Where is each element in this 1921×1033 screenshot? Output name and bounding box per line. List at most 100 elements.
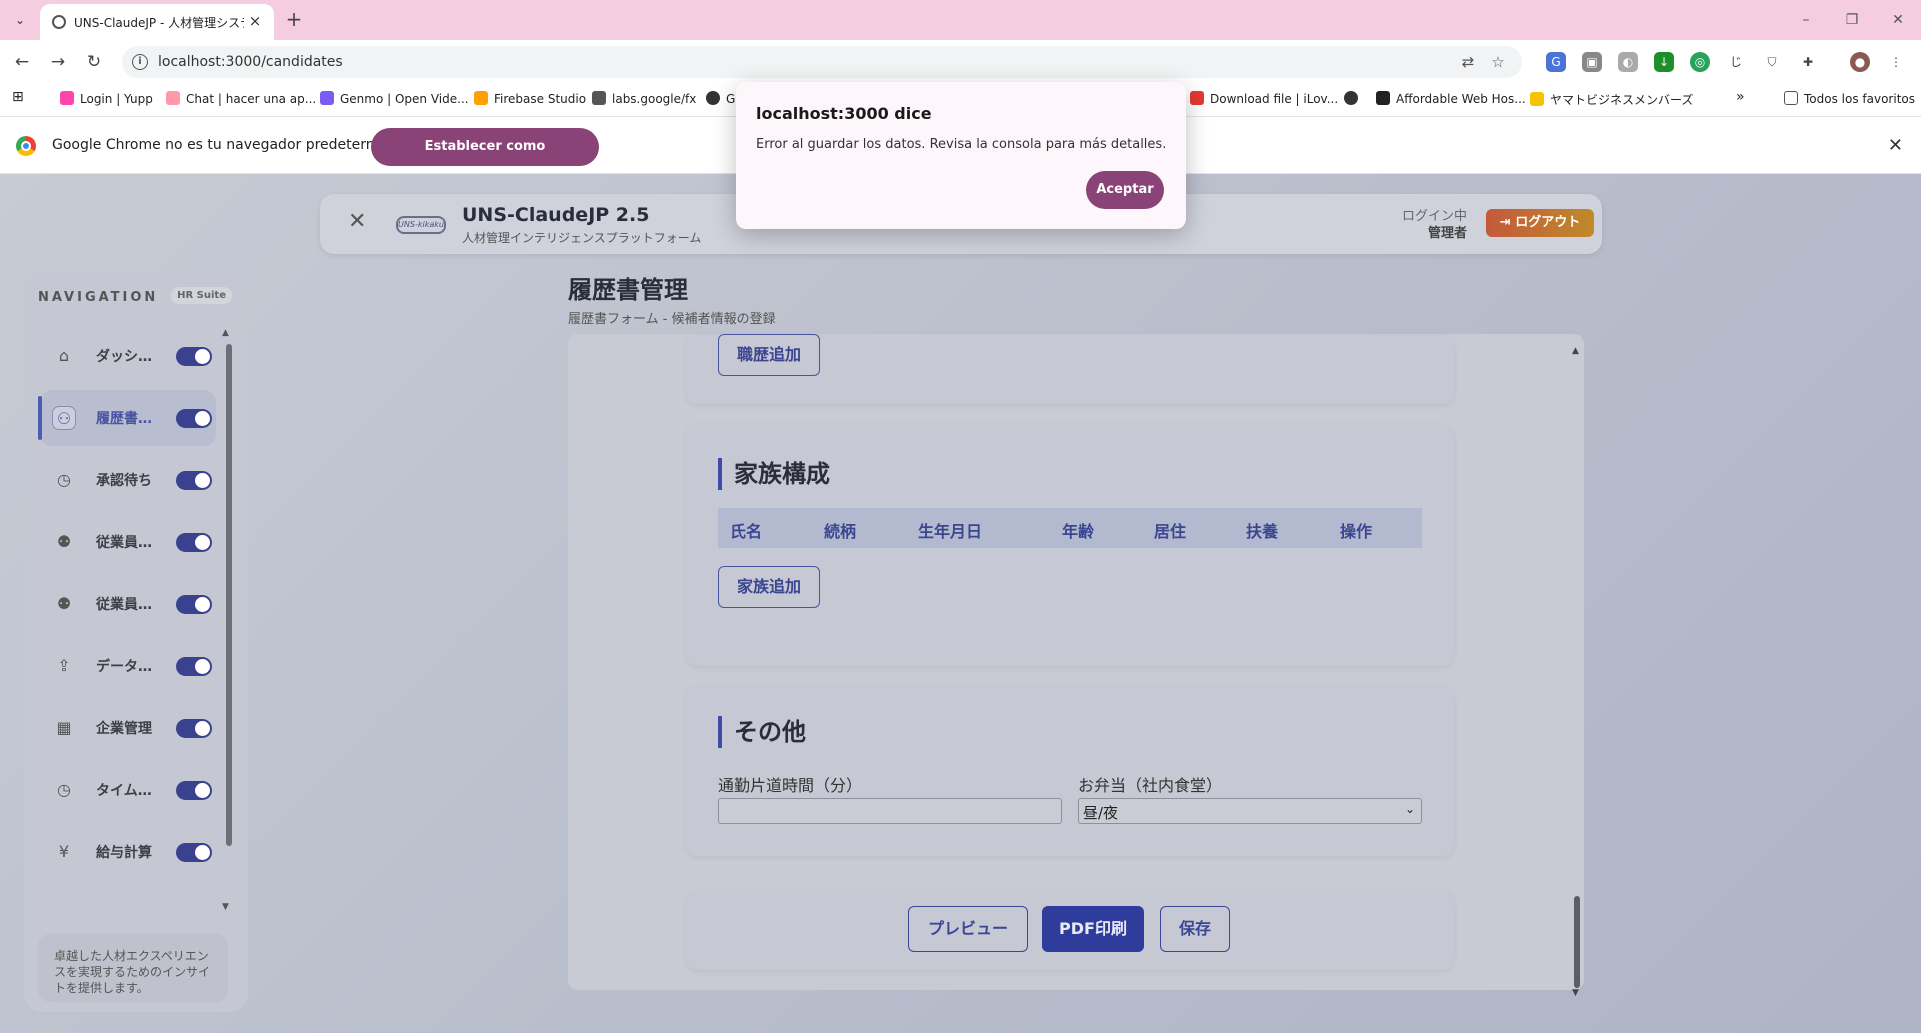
dialog-accept-button[interactable]: Aceptar [1086, 171, 1164, 209]
table-column-header: 年齢 [1062, 522, 1095, 541]
pdf-print-button[interactable]: PDF印刷 [1042, 906, 1144, 952]
site-info-icon[interactable]: i [132, 54, 148, 70]
minimize-button[interactable]: – [1791, 8, 1821, 32]
section-title: 家族構成 [718, 458, 830, 490]
extension-icon[interactable]: ◎ [1690, 52, 1710, 72]
bookmark-item[interactable]: labs.google/fx [592, 91, 696, 106]
bookmark-item[interactable]: Firebase Studio [474, 91, 586, 106]
sidebar-item-toggle[interactable] [176, 781, 212, 800]
close-sidebar-icon[interactable]: ✕ [348, 209, 366, 234]
sidebar-item[interactable]: ◷ 承認待ち [40, 452, 216, 508]
table-column-header: 続柄 [824, 522, 857, 541]
sidebar-item-toggle[interactable] [176, 595, 212, 614]
bookmark-star-icon[interactable]: ☆ [1488, 52, 1508, 72]
user-role: 管理者 [1427, 226, 1467, 241]
add-work-history-button[interactable]: 職歴追加 [718, 334, 820, 376]
bookmarks-overflow-button[interactable]: » [1736, 89, 1745, 105]
extension-icon[interactable]: ◐ [1618, 52, 1638, 72]
section-title: その他 [718, 716, 806, 748]
bookmark-item[interactable]: Login | Yupp [60, 91, 153, 106]
sidebar-item[interactable]: ⚉ 従業員… [40, 576, 216, 632]
scroll-down-icon[interactable]: ▼ [222, 902, 229, 912]
bookmark-item[interactable]: ヤマトビジネスメンバーズ [1530, 91, 1693, 108]
sidebar-item[interactable]: ¥ 給与計算 [40, 824, 216, 880]
extension-translate-icon[interactable]: G [1546, 52, 1566, 72]
forward-button[interactable]: → [46, 50, 70, 74]
alert-dialog: localhost:3000 dice Error al guardar los… [736, 82, 1186, 229]
sidebar-item-label: 承認待ち [96, 473, 152, 489]
sidebar-item[interactable]: ⚉ 従業員… [40, 514, 216, 570]
reload-button[interactable]: ↻ [82, 50, 106, 74]
bookmark-item[interactable]: Affordable Web Hos... [1376, 91, 1526, 106]
upload-icon: ⇪ [57, 656, 71, 675]
family-table-header: 氏名 続柄 生年月日 年齢 居住 扶養 操作 [718, 508, 1422, 548]
globe-icon [52, 15, 66, 29]
extension-icon[interactable]: じ [1726, 52, 1746, 72]
sidebar-item[interactable]: ⇪ データ… [40, 638, 216, 694]
sidebar-item[interactable]: ◷ タイム… [40, 762, 216, 818]
sidebar-item-label: ダッシ… [96, 349, 152, 365]
home-icon: ⌂ [58, 346, 70, 365]
sidebar-item-toggle[interactable] [176, 843, 212, 862]
work-history-section: 職歴追加 [686, 334, 1454, 404]
add-family-button[interactable]: 家族追加 [718, 566, 820, 608]
save-button[interactable]: 保存 [1160, 906, 1230, 952]
set-default-button[interactable]: Establecer como predeterminado [371, 128, 599, 192]
back-button[interactable]: ← [10, 50, 34, 74]
app-viewport: ✕ UNS-kikaku UNS-ClaudeJP 2.5 人材管理インテリジェ… [0, 174, 1921, 1033]
bookmark-item[interactable]: Genmo | Open Vide... [320, 91, 469, 106]
sidebar-item-toggle[interactable] [176, 657, 212, 676]
sidebar-item-label: タイム… [96, 783, 152, 799]
active-tab[interactable]: UNS-ClaudeJP - 人材管理システ… × [40, 4, 274, 40]
family-section: 家族構成 氏名 続柄 生年月日 年齢 居住 扶養 操作 家族追加 [686, 424, 1454, 666]
extensions-puzzle-icon[interactable]: ✚ [1798, 52, 1818, 72]
tab-strip: ⌄ UNS-ClaudeJP - 人材管理システ… × + – ❐ ✕ [0, 0, 1921, 40]
apps-grid-icon[interactable]: ⊞ [12, 89, 24, 105]
logout-icon: ⇥ [1499, 215, 1516, 230]
tab-close-icon[interactable]: × [246, 12, 264, 30]
scroll-up-icon[interactable]: ▲ [222, 328, 229, 338]
sidebar-item-label: データ… [96, 659, 152, 675]
sidebar-item-toggle[interactable] [176, 471, 212, 490]
logout-button[interactable]: ⇥ ログアウト [1486, 209, 1594, 237]
restore-button[interactable]: ❐ [1837, 8, 1867, 32]
bookmark-item[interactable]: G [706, 91, 735, 106]
main-scrollbar[interactable] [1574, 896, 1580, 988]
lunch-select[interactable]: 昼/夜 ⌄ [1078, 798, 1422, 824]
infobar-close-icon[interactable]: ✕ [1888, 135, 1903, 156]
extension-icon[interactable]: ▣ [1582, 52, 1602, 72]
commute-input[interactable] [718, 798, 1062, 824]
chevron-down-icon: ⌄ [1404, 802, 1415, 816]
address-bar[interactable]: i localhost:3000/candidates ⇄ ☆ [122, 46, 1522, 78]
translate-icon[interactable]: ⇄ [1458, 52, 1478, 72]
preview-button[interactable]: プレビュー [908, 906, 1028, 952]
sidebar-item-toggle[interactable] [176, 533, 212, 552]
sidebar-item-toggle[interactable] [176, 347, 212, 366]
tab-search-button[interactable]: ⌄ [8, 8, 32, 32]
sidebar-item[interactable]: ▦ 企業管理 [40, 700, 216, 756]
table-column-header: 生年月日 [918, 522, 983, 541]
sidebar: NAVIGATION HR Suite ▲ ▼ ⌂ ダッシ… ⚇ 履歴書… ◷ 承認待ち ⚉… [24, 272, 248, 1012]
users-icon: ⚉ [56, 594, 72, 613]
menu-kebab-icon[interactable]: ⋮ [1886, 52, 1906, 72]
sidebar-item[interactable]: ⌂ ダッシ… [40, 328, 216, 384]
company-logo: UNS-kikaku [396, 216, 446, 234]
all-bookmarks-folder[interactable]: Todos los favoritos [1784, 91, 1915, 106]
bookmark-item[interactable]: Download file | iLov... [1190, 91, 1338, 106]
shield-icon[interactable]: ⛉ [1762, 52, 1782, 72]
sidebar-item-label: 従業員… [96, 535, 152, 551]
dialog-title: localhost:3000 dice [756, 104, 932, 123]
sidebar-item-toggle[interactable] [176, 719, 212, 738]
profile-avatar[interactable]: ● [1850, 52, 1870, 72]
window-close-button[interactable]: ✕ [1883, 8, 1913, 32]
scroll-down-icon[interactable]: ▼ [1572, 988, 1579, 998]
sidebar-item[interactable]: ⚇ 履歴書… [38, 390, 216, 446]
sidebar-scrollbar[interactable] [226, 344, 232, 846]
sidebar-item-toggle[interactable] [176, 409, 212, 428]
scroll-up-icon[interactable]: ▲ [1572, 346, 1579, 356]
bookmark-item[interactable]: Chat | hacer una ap... [166, 91, 316, 106]
bookmark-item[interactable] [1344, 91, 1364, 106]
lunch-label: お弁当（社内食堂） [1078, 776, 1223, 795]
download-icon[interactable]: ↓ [1654, 52, 1674, 72]
new-tab-button[interactable]: + [282, 8, 306, 32]
